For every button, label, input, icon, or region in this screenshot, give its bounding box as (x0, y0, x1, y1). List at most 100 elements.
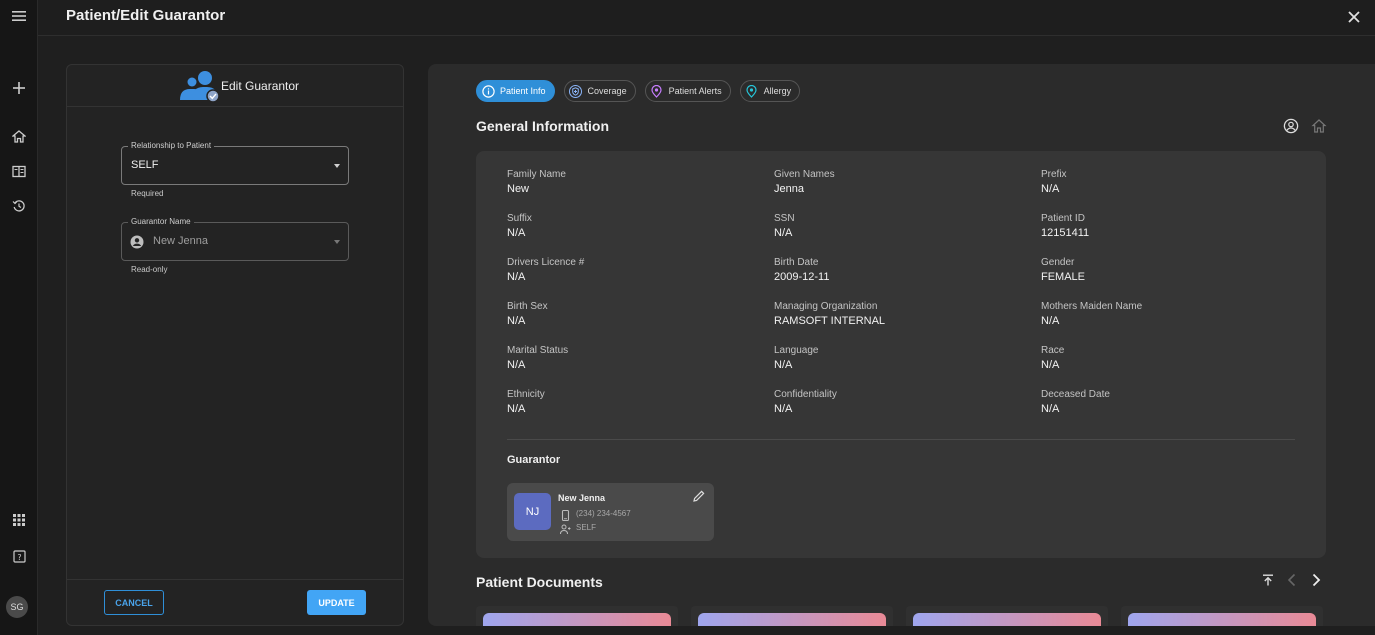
info-field-value: N/A (507, 315, 526, 327)
tab-patient-info[interactable]: Patient Info (476, 80, 555, 102)
info-field: Confidentiality N/A (774, 389, 837, 415)
info-field-label: Patient ID (1041, 213, 1085, 224)
tab-label: Patient Alerts (668, 86, 722, 96)
info-field-value: 2009-12-11 (774, 271, 830, 283)
apps-grid-icon[interactable] (7, 508, 31, 532)
info-field-label: Drivers Licence # (507, 257, 585, 268)
tab-coverage[interactable]: Coverage (563, 80, 636, 102)
top-bar: Patient/Edit Guarantor (38, 0, 1375, 36)
guarantor-name: New Jenna (558, 493, 606, 503)
update-button[interactable]: UPDATE (307, 590, 366, 615)
guarantor-phone: (234) 234-4567 (576, 509, 631, 518)
guarantor-name-field: Guarantor Name New Jenna (121, 217, 349, 261)
document-thumbnail[interactable] (1121, 606, 1323, 626)
info-field: Managing Organization RAMSOFT INTERNAL (774, 301, 885, 327)
allergy-pin-icon (745, 84, 759, 98)
edit-guarantor-panel: Edit Guarantor Relationship to Patient S… (66, 64, 404, 626)
info-field-value: N/A (507, 227, 526, 239)
nav-rail: ? SG (0, 0, 38, 635)
book-icon[interactable] (7, 159, 31, 183)
documents-nav (1261, 572, 1323, 593)
tab-allergy[interactable]: Allergy (739, 80, 801, 102)
document-thumbnail[interactable] (476, 606, 678, 626)
patient-info-panel: Patient Info Coverage Patient Alerts All… (428, 64, 1375, 626)
account-circle-icon[interactable] (1283, 118, 1299, 139)
document-thumbnail[interactable] (906, 606, 1108, 626)
info-field: Ethnicity N/A (507, 389, 545, 415)
chevron-down-icon (334, 240, 340, 244)
home-icon[interactable] (7, 124, 31, 148)
user-avatar[interactable]: SG (6, 596, 28, 618)
svg-text:?: ? (17, 553, 21, 562)
help-icon[interactable]: ? (7, 544, 31, 568)
info-field-label: Family Name (507, 169, 566, 180)
info-field-value: Jenna (774, 183, 804, 195)
edit-icon[interactable] (692, 489, 706, 503)
info-field-label: Marital Status (507, 345, 569, 356)
info-field-value: N/A (507, 359, 526, 371)
chevron-left-icon[interactable] (1285, 572, 1299, 593)
info-field: Gender FEMALE (1041, 257, 1085, 283)
info-field-value: N/A (507, 271, 526, 283)
info-field-label: Confidentiality (774, 389, 837, 400)
tab-label: Patient Info (500, 86, 546, 96)
info-field-label: Deceased Date (1041, 389, 1110, 400)
info-field-value: N/A (1041, 359, 1060, 371)
guarantor-name-helper: Read-only (131, 265, 168, 274)
panel-heading: Edit Guarantor (221, 79, 300, 93)
home-icon[interactable] (1311, 118, 1327, 139)
info-field-label: Prefix (1041, 169, 1067, 180)
cancel-button[interactable]: CANCEL (104, 590, 164, 615)
upload-icon[interactable] (1261, 573, 1275, 592)
info-field-value: New (507, 183, 530, 195)
general-info-title: General Information (476, 118, 610, 134)
relationship-icon (560, 522, 571, 535)
relationship-select[interactable]: Relationship to Patient SELF (121, 141, 349, 185)
info-field-value: N/A (1041, 403, 1060, 415)
info-field-label: Ethnicity (507, 389, 545, 400)
menu-icon[interactable] (7, 4, 31, 28)
page-title: Patient/Edit Guarantor (66, 7, 226, 24)
documents-list (476, 606, 1323, 626)
info-field-value: RAMSOFT INTERNAL (774, 315, 886, 327)
tab-label: Allergy (763, 86, 792, 96)
info-field-label: Given Names (774, 169, 835, 180)
info-field: Given Names Jenna (774, 169, 835, 195)
info-field: Deceased Date N/A (1041, 389, 1110, 415)
info-field: Language N/A (774, 345, 819, 371)
chevron-right-icon[interactable] (1309, 572, 1323, 593)
chevron-down-icon (334, 164, 340, 168)
relationship-label: Relationship to Patient (128, 141, 215, 150)
history-icon[interactable] (7, 194, 31, 218)
info-field-value: 12151411 (1041, 227, 1090, 239)
info-field-value: N/A (774, 403, 793, 415)
shield-icon (569, 84, 583, 98)
info-field-label: Gender (1041, 257, 1075, 268)
guarantor-name-label: Guarantor Name (128, 217, 194, 226)
divider (507, 439, 1295, 440)
info-field: Marital Status N/A (507, 345, 568, 371)
guarantor-relationship: SELF (576, 523, 597, 532)
guarantor-name-value: New Jenna (153, 235, 209, 247)
panel-footer: CANCEL UPDATE (67, 579, 403, 625)
info-field: Birth Date 2009-12-11 (774, 257, 829, 283)
phone-icon (560, 508, 571, 522)
info-field: Mothers Maiden Name N/A (1041, 301, 1142, 327)
info-field-label: Birth Date (774, 257, 819, 268)
alert-pin-icon (650, 84, 664, 98)
info-field-value: N/A (1041, 183, 1060, 195)
info-field-value: FEMALE (1041, 271, 1086, 283)
close-icon[interactable] (1343, 6, 1365, 28)
patient-documents-title: Patient Documents (476, 574, 603, 590)
info-field-value: N/A (507, 403, 526, 415)
relationship-helper: Required (131, 189, 164, 198)
document-thumbnail[interactable] (691, 606, 893, 626)
tab-patient-alerts[interactable]: Patient Alerts (644, 80, 731, 102)
info-field-value: N/A (774, 359, 793, 371)
info-field: Birth Sex N/A (507, 301, 548, 327)
add-icon[interactable] (7, 76, 31, 100)
general-info-card: Family Name New Given Names Jenna Prefix N/A S… (476, 151, 1326, 558)
guarantor-title: Guarantor (507, 454, 561, 466)
info-field-value: N/A (1041, 315, 1060, 327)
guarantor-card[interactable]: NJ New Jenna (234) 234-4567 SELF (507, 483, 714, 541)
